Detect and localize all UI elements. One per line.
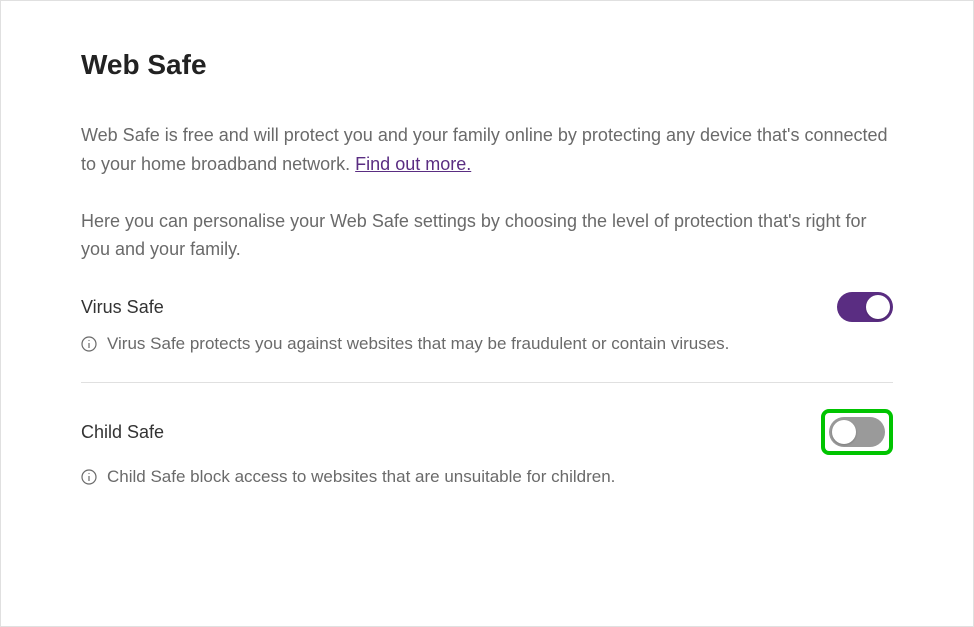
section-divider (81, 382, 893, 383)
virus-safe-toggle[interactable] (837, 292, 893, 322)
child-safe-description: Child Safe block access to websites that… (107, 467, 615, 487)
info-icon (81, 336, 97, 352)
toggle-knob (866, 295, 890, 319)
virus-safe-description-row: Virus Safe protects you against websites… (81, 334, 893, 354)
virus-safe-title: Virus Safe (81, 297, 164, 318)
highlight-box (821, 409, 893, 455)
virus-safe-section: Virus Safe Virus Safe protects you again… (81, 292, 893, 354)
intro-paragraph-2: Here you can personalise your Web Safe s… (81, 207, 893, 265)
settings-panel: Web Safe Web Safe is free and will prote… (0, 0, 974, 627)
info-icon (81, 469, 97, 485)
intro-text-1: Web Safe is free and will protect you an… (81, 125, 888, 174)
find-out-more-link[interactable]: Find out more. (355, 154, 471, 174)
virus-safe-description: Virus Safe protects you against websites… (107, 334, 729, 354)
child-safe-section: Child Safe Child Safe block access to we… (81, 409, 893, 487)
child-safe-header: Child Safe (81, 409, 893, 455)
intro-paragraph-1: Web Safe is free and will protect you an… (81, 121, 893, 179)
page-title: Web Safe (81, 49, 893, 81)
virus-safe-header: Virus Safe (81, 292, 893, 322)
toggle-knob (832, 420, 856, 444)
child-safe-title: Child Safe (81, 422, 164, 443)
child-safe-toggle[interactable] (829, 417, 885, 447)
child-safe-description-row: Child Safe block access to websites that… (81, 467, 893, 487)
